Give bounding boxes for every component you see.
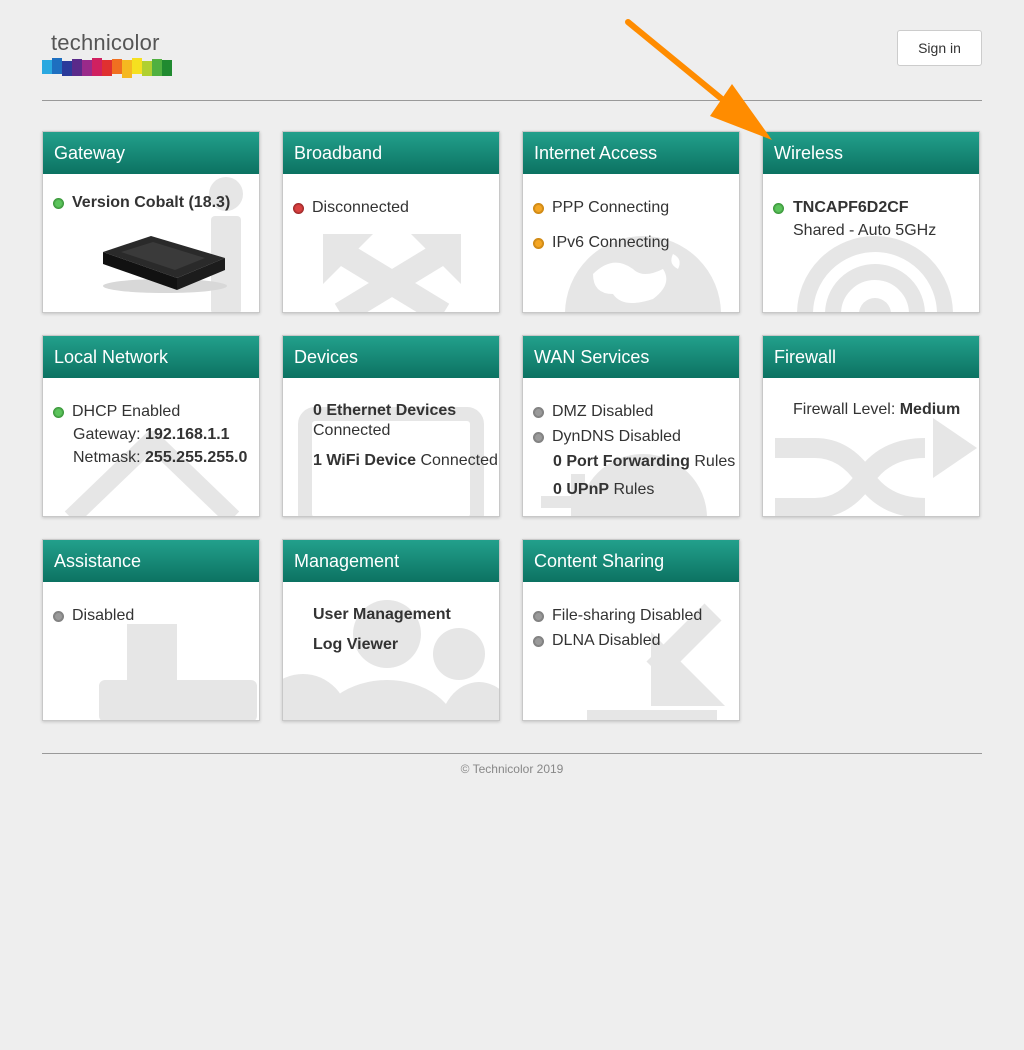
status-led-gray: [53, 611, 64, 622]
status-led-gray: [533, 407, 544, 418]
card-management[interactable]: Management User Management Log Viewer: [282, 539, 500, 721]
assistance-status: Disabled: [72, 607, 135, 624]
status-led-green: [53, 198, 64, 209]
content-dlna-status: DLNA Disabled: [552, 632, 661, 649]
card-title: Wireless: [763, 132, 979, 174]
card-wan-services[interactable]: WAN Services DMZ Disabled DynDNS Disable…: [522, 335, 740, 517]
wan-portfwd-suffix: Rules: [694, 453, 736, 470]
management-log-viewer-link[interactable]: Log Viewer: [313, 636, 398, 653]
status-led-gray: [533, 611, 544, 622]
gateway-version: Version Cobalt (18.3): [72, 194, 231, 211]
logo-text: technicolor: [51, 30, 160, 55]
card-title: Gateway: [43, 132, 259, 174]
status-led-gray: [533, 636, 544, 647]
card-content-sharing[interactable]: Content Sharing File-sharing Disabled DL…: [522, 539, 740, 721]
wan-dyndns-status: DynDNS Disabled: [552, 428, 681, 445]
card-broadband[interactable]: Broadband Disconnected: [282, 131, 500, 313]
wan-upnp-suffix: Rules: [613, 481, 655, 498]
local-netmask-value: 255.255.255.0: [145, 449, 248, 466]
status-led-green: [53, 407, 64, 418]
broadband-status: Disconnected: [312, 199, 409, 216]
sign-in-button[interactable]: Sign in: [897, 30, 982, 66]
card-title: Broadband: [283, 132, 499, 174]
local-gateway-value: 192.168.1.1: [145, 426, 230, 443]
technicolor-logo: technicolor: [42, 28, 174, 80]
card-gateway[interactable]: Gateway Version Cobalt (18.3): [42, 131, 260, 313]
wan-dmz-status: DMZ Disabled: [552, 403, 654, 420]
wan-portfwd-count: 0 Port Forwarding: [553, 453, 690, 470]
firewall-level-label: Firewall Level:: [793, 401, 896, 418]
status-led-red: [293, 203, 304, 214]
gateway-device-icon: [103, 236, 227, 293]
internet-ipv6-status: IPv6 Connecting: [552, 234, 670, 251]
devices-wifi-count: 1 WiFi Device: [313, 452, 417, 469]
status-led-green: [773, 203, 784, 214]
card-title: WAN Services: [523, 336, 739, 378]
wan-upnp-count: 0 UPnP: [553, 481, 610, 498]
local-gateway-label: Gateway:: [73, 426, 141, 443]
local-dhcp-status: DHCP Enabled: [72, 403, 181, 420]
wireless-ssid: TNCAPF6D2CF: [793, 199, 909, 216]
devices-ethernet-count: 0 Ethernet Devices: [313, 402, 457, 419]
local-netmask-label: Netmask:: [73, 449, 141, 466]
card-title: Management: [283, 540, 499, 582]
header-divider: [42, 100, 982, 101]
annotation-arrow-icon: [625, 19, 772, 140]
card-wireless[interactable]: Wireless TNCAPF6D2CF Shared - Auto 5GHz: [762, 131, 980, 313]
card-devices[interactable]: Devices 0 Ethernet Devices Connected 1 W…: [282, 335, 500, 517]
card-title: Firewall: [763, 336, 979, 378]
devices-wifi-suffix: Connected: [420, 452, 498, 469]
status-led-orange: [533, 238, 544, 249]
card-local-network[interactable]: Local Network DHCP Enabled Gateway: 192.…: [42, 335, 260, 517]
logo-color-bar-icon: [42, 58, 172, 78]
content-filesharing-status: File-sharing Disabled: [552, 607, 703, 624]
card-firewall[interactable]: Firewall Firewall Level: Medium: [762, 335, 980, 517]
internet-ppp-status: PPP Connecting: [552, 199, 670, 216]
card-internet-access[interactable]: Internet Access PPP Connecting IPv6 Conn…: [522, 131, 740, 313]
card-title: Content Sharing: [523, 540, 739, 582]
status-led-orange: [533, 203, 544, 214]
card-assistance[interactable]: Assistance Disabled: [42, 539, 260, 721]
copyright-text: © Technicolor 2019: [460, 762, 564, 776]
card-title: Devices: [283, 336, 499, 378]
card-title: Assistance: [43, 540, 259, 582]
management-user-link[interactable]: User Management: [313, 606, 451, 623]
footer-divider: [42, 753, 982, 754]
devices-ethernet-suffix: Connected: [313, 422, 391, 439]
status-led-gray: [533, 432, 544, 443]
wireless-mode: Shared - Auto 5GHz: [793, 222, 937, 239]
firewall-level-value: Medium: [899, 401, 961, 418]
card-title: Local Network: [43, 336, 259, 378]
